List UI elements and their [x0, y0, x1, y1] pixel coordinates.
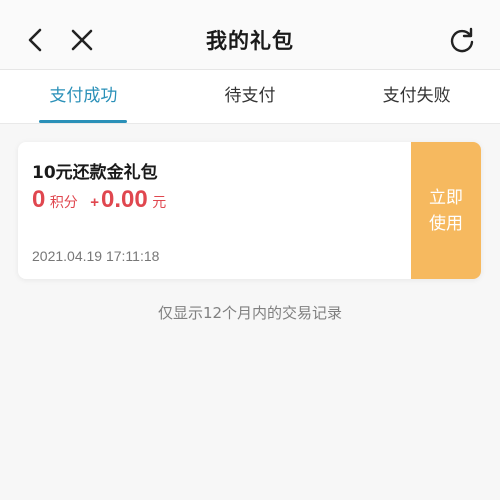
tab-paid-success[interactable]: 支付成功 [0, 70, 167, 123]
refresh-icon[interactable] [448, 27, 476, 55]
tab-bar: 支付成功 待支付 支付失败 [0, 70, 500, 124]
amount-value: 0.00 [101, 186, 148, 213]
tab-payment-failed[interactable]: 支付失败 [333, 70, 500, 123]
tab-label: 支付失败 [382, 86, 451, 106]
content-area: 10元还款金礼包 0 积分 +0.00 元 2021.04.19 17:11:1… [0, 124, 500, 500]
page-title: 我的礼包 [206, 29, 294, 53]
tab-label: 支付成功 [49, 86, 118, 106]
transaction-date: 2021.04.19 17:11:18 [32, 248, 160, 264]
amount-unit: 元 [152, 194, 167, 210]
use-now-label: 立即使用 [429, 187, 463, 234]
use-now-button[interactable]: 立即使用 [407, 142, 481, 279]
top-bar: 我的礼包 [0, 0, 500, 70]
points-value: 0 [32, 186, 46, 213]
card-title: 10元还款金礼包 [32, 163, 158, 183]
price-line: 0 积分 +0.00 元 [32, 186, 166, 214]
records-note: 仅显示12个月内的交易记录 [157, 304, 343, 322]
points-unit: 积分 [49, 194, 78, 210]
active-tab-indicator [39, 120, 128, 123]
gift-pack-card[interactable]: 10元还款金礼包 0 积分 +0.00 元 2021.04.19 17:11:1… [18, 142, 481, 279]
tab-label: 待支付 [224, 86, 276, 106]
tab-pending-payment[interactable]: 待支付 [167, 70, 334, 123]
ticket-edge [407, 142, 415, 279]
plus-sign: + [90, 194, 100, 211]
